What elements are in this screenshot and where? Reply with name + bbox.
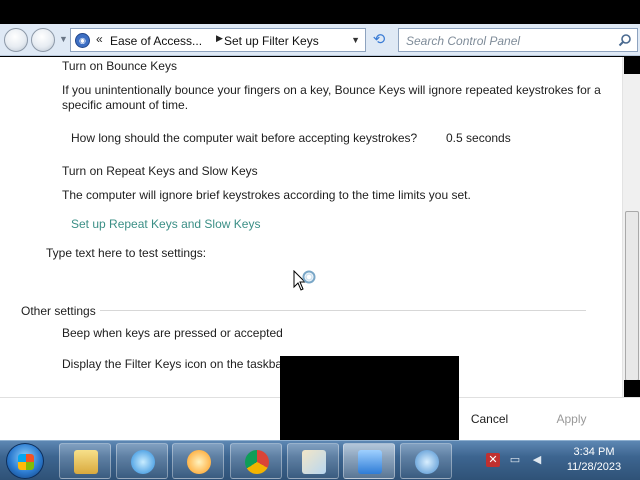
filter-keys-panel: Turn on Bounce Keys If you unintentional… xyxy=(0,57,622,397)
network-status-icon[interactable]: ▭ xyxy=(508,453,522,467)
control-panel-icon: ◉ xyxy=(75,33,90,48)
redacted-region xyxy=(280,356,459,440)
internet-explorer-icon xyxy=(131,450,155,474)
address-bar[interactable]: ◉ « Ease of Access... ▶ Set up Filter Ke… xyxy=(70,28,366,52)
repeat-keys-checkbox-label[interactable]: Turn on Repeat Keys and Slow Keys xyxy=(62,164,258,178)
windows-logo-icon xyxy=(18,454,34,470)
back-button[interactable] xyxy=(4,28,28,52)
repeat-keys-description: The computer will ignore brief keystroke… xyxy=(62,188,471,202)
scroll-thumb[interactable] xyxy=(625,211,639,381)
refresh-icon[interactable]: ⟲ xyxy=(368,29,390,51)
scroll-up-button[interactable] xyxy=(624,57,640,74)
network-globe-icon xyxy=(415,450,439,474)
search-input[interactable]: Search Control Panel xyxy=(406,34,520,48)
chevron-left-icon[interactable]: « xyxy=(96,32,103,46)
media-player-icon xyxy=(187,450,211,474)
taskbar-media-player[interactable] xyxy=(172,443,224,479)
bounce-wait-label: How long should the computer wait before… xyxy=(71,131,418,145)
setup-repeat-keys-link[interactable]: Set up Repeat Keys and Slow Keys xyxy=(71,217,260,231)
breadcrumb-ease-of-access[interactable]: Ease of Access... xyxy=(110,34,202,48)
taskbar-file-explorer[interactable] xyxy=(59,443,111,479)
bounce-keys-description-cont: specific amount of time. xyxy=(62,98,189,112)
start-button[interactable] xyxy=(6,443,44,479)
control-panel-icon xyxy=(358,450,382,474)
bounce-wait-select[interactable]: 0.5 seconds xyxy=(446,131,511,145)
taskbar-paint[interactable] xyxy=(287,443,339,479)
system-clock[interactable]: 3:34 PM 11/28/2023 xyxy=(556,445,632,475)
busy-cursor-icon xyxy=(293,270,316,291)
taskbar-icon-checkbox-label[interactable]: Display the Filter Keys icon on the task… xyxy=(62,357,286,371)
clock-date: 11/28/2023 xyxy=(566,461,622,473)
vertical-scrollbar[interactable] xyxy=(622,57,640,397)
breadcrumb-filter-keys[interactable]: Set up Filter Keys xyxy=(224,34,319,48)
breadcrumb-separator-icon[interactable]: ▶ xyxy=(216,33,223,44)
title-bar xyxy=(0,0,640,24)
system-tray: ✕ ▭ ◀ xyxy=(480,449,550,473)
taskbar-chrome[interactable] xyxy=(230,443,282,479)
taskbar-control-panel[interactable] xyxy=(343,443,395,479)
forward-button[interactable] xyxy=(31,28,55,52)
paint-icon xyxy=(302,450,326,474)
clock-time: 3:34 PM xyxy=(573,446,615,458)
search-box[interactable]: Search Control Panel xyxy=(398,28,638,52)
apply-button[interactable]: Apply xyxy=(534,408,609,430)
chrome-icon xyxy=(245,450,269,474)
search-icon[interactable] xyxy=(618,33,632,47)
volume-muted-icon[interactable]: ◀ xyxy=(530,453,544,467)
recent-pages-icon[interactable]: ▼ xyxy=(59,34,68,44)
taskbar-internet-explorer[interactable] xyxy=(116,443,168,479)
test-settings-label: Type text here to test settings: xyxy=(46,246,207,260)
taskbar-network[interactable] xyxy=(400,443,452,479)
folder-icon xyxy=(74,450,98,474)
beep-checkbox-label[interactable]: Beep when keys are pressed or accepted xyxy=(62,326,283,340)
cancel-button[interactable]: Cancel xyxy=(452,408,527,430)
taskbar: ✕ ▭ ◀ 3:34 PM 11/28/2023 xyxy=(0,440,640,480)
navigation-bar: ▼ ◉ « Ease of Access... ▶ Set up Filter … xyxy=(0,24,640,56)
other-settings-heading: Other settings xyxy=(21,304,96,318)
bounce-keys-description: If you unintentionally bounce your finge… xyxy=(62,83,601,97)
section-divider xyxy=(100,310,586,311)
scroll-down-button[interactable] xyxy=(624,380,640,397)
address-dropdown-icon[interactable]: ▼ xyxy=(351,35,360,45)
bounce-keys-checkbox-label[interactable]: Turn on Bounce Keys xyxy=(62,59,177,73)
action-center-icon[interactable]: ✕ xyxy=(486,453,500,467)
